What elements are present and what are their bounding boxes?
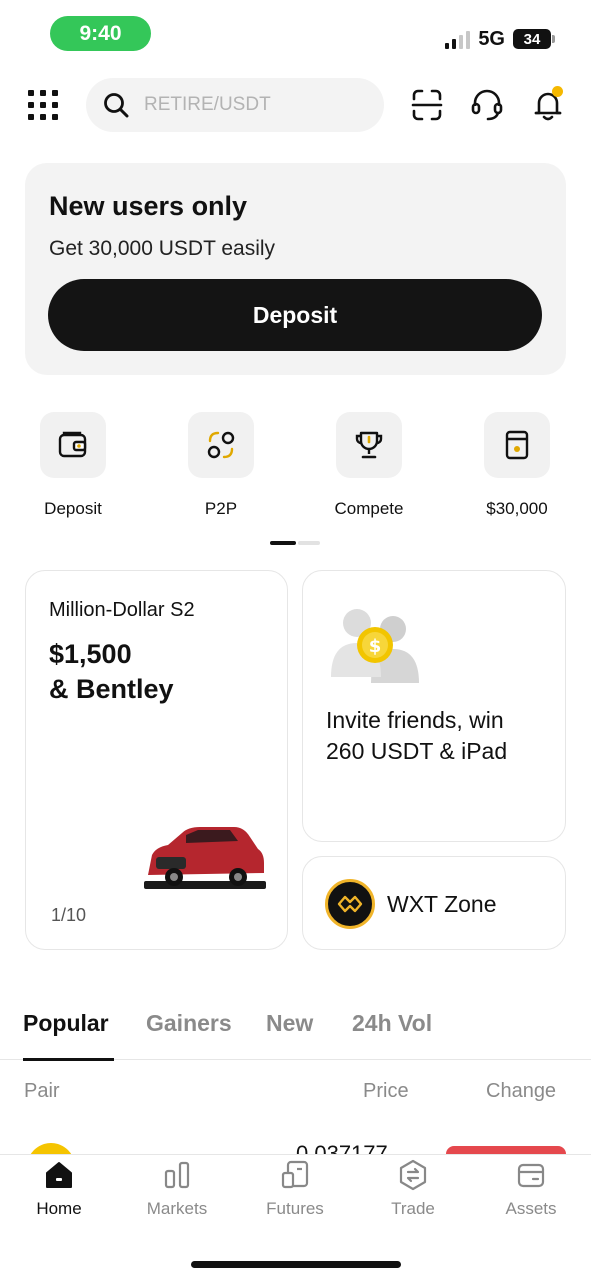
column-header-change[interactable]: Change xyxy=(486,1080,556,1103)
gift-box-icon xyxy=(505,430,529,460)
signal-icon xyxy=(445,29,471,49)
network-label: 5G xyxy=(478,27,505,50)
p2p-icon xyxy=(207,431,235,459)
banner-title: Million-Dollar S2 xyxy=(49,599,195,621)
quick-action-label: Deposit xyxy=(44,499,102,518)
nav-label: Markets xyxy=(146,1199,208,1218)
trophy-icon xyxy=(355,431,383,459)
nav-label: Assets xyxy=(505,1199,557,1218)
invite-text: Invite friends, win 260 USDT & iPad xyxy=(326,705,507,767)
tab-gainers[interactable]: Gainers xyxy=(146,1010,232,1037)
notification-badge xyxy=(552,86,563,97)
banner-amount: $1,500 & Bentley xyxy=(49,637,174,707)
nav-label: Home xyxy=(36,1199,82,1218)
quick-action-label: Compete xyxy=(334,499,404,518)
market-tabs: Popular Gainers New 24h Vol xyxy=(0,1010,591,1061)
quick-action-p2p[interactable]: P2P xyxy=(161,412,281,519)
banner-page-indicator: 1/10 xyxy=(51,905,87,925)
carousel-pager xyxy=(270,541,320,545)
bottom-nav: Home Markets Futures Trade Assets xyxy=(0,1154,591,1280)
nav-trade[interactable]: Trade xyxy=(358,1155,468,1219)
trade-icon xyxy=(399,1159,427,1191)
invite-friends-card[interactable]: $ Invite friends, win 260 USDT & iPad xyxy=(302,570,566,842)
nav-assets[interactable]: Assets xyxy=(476,1155,586,1219)
wallet-icon xyxy=(58,431,87,458)
tab-24h-vol[interactable]: 24h Vol xyxy=(352,1010,432,1037)
pager-dot[interactable] xyxy=(298,541,320,545)
active-tab-indicator xyxy=(23,1058,114,1061)
home-icon xyxy=(46,1162,72,1188)
quick-action-label: $30,000 xyxy=(486,499,548,518)
menu-grid-icon[interactable] xyxy=(28,90,58,120)
markets-icon xyxy=(164,1161,190,1189)
nav-futures[interactable]: Futures xyxy=(240,1155,350,1219)
promo-subtitle: Get 30,000 USDT easily xyxy=(49,237,276,260)
invite-text-line1: Invite friends, win xyxy=(326,707,504,733)
status-time: 9:40 xyxy=(50,16,151,51)
quick-action-label: P2P xyxy=(204,499,238,518)
nav-markets[interactable]: Markets xyxy=(122,1155,232,1219)
status-indicators: 5G 34 xyxy=(445,26,555,52)
battery-icon: 34 xyxy=(513,29,555,49)
new-user-promo-card: New users only Get 30,000 USDT easily De… xyxy=(25,163,566,375)
scan-icon[interactable] xyxy=(410,88,444,122)
quick-action-compete[interactable]: Compete xyxy=(309,412,429,519)
search-bar[interactable] xyxy=(86,78,384,132)
quick-action-reward[interactable]: $30,000 xyxy=(457,412,577,519)
bentley-car-image xyxy=(144,827,266,889)
headset-support-icon[interactable] xyxy=(470,88,504,122)
tab-popular[interactable]: Popular xyxy=(23,1010,109,1037)
banner-amount-line2: & Bentley xyxy=(49,674,174,704)
assets-icon xyxy=(517,1163,545,1188)
nav-label: Trade xyxy=(391,1199,435,1218)
nav-home[interactable]: Home xyxy=(4,1155,114,1219)
column-header-pair[interactable]: Pair xyxy=(24,1080,60,1103)
header xyxy=(0,78,591,132)
search-input[interactable] xyxy=(144,94,364,116)
search-icon xyxy=(104,93,129,118)
invite-text-line2: 260 USDT & iPad xyxy=(326,738,508,764)
column-header-price[interactable]: Price xyxy=(363,1080,409,1103)
quick-actions: Deposit P2P Compete $30,000 xyxy=(0,412,591,522)
quick-action-deposit[interactable]: Deposit xyxy=(13,412,133,519)
wxt-logo-icon xyxy=(325,879,375,929)
tab-new[interactable]: New xyxy=(266,1010,313,1037)
banner-amount-line1: $1,500 xyxy=(49,639,132,669)
wxt-zone-card[interactable]: WXT Zone xyxy=(302,856,566,950)
wxt-zone-label: WXT Zone xyxy=(387,891,497,917)
futures-icon xyxy=(281,1160,309,1189)
invite-people-icon: $ xyxy=(331,609,419,683)
nav-label: Futures xyxy=(266,1199,324,1218)
svg-text:$: $ xyxy=(369,636,382,657)
deposit-button[interactable]: Deposit xyxy=(48,279,542,351)
million-dollar-banner[interactable]: Million-Dollar S2 $1,500 & Bentley 1/10 xyxy=(25,570,288,950)
promo-title: New users only xyxy=(49,191,248,221)
home-indicator xyxy=(191,1261,401,1268)
pager-dot-active xyxy=(270,541,296,545)
status-bar: 9:40 5G 34 xyxy=(0,0,591,62)
